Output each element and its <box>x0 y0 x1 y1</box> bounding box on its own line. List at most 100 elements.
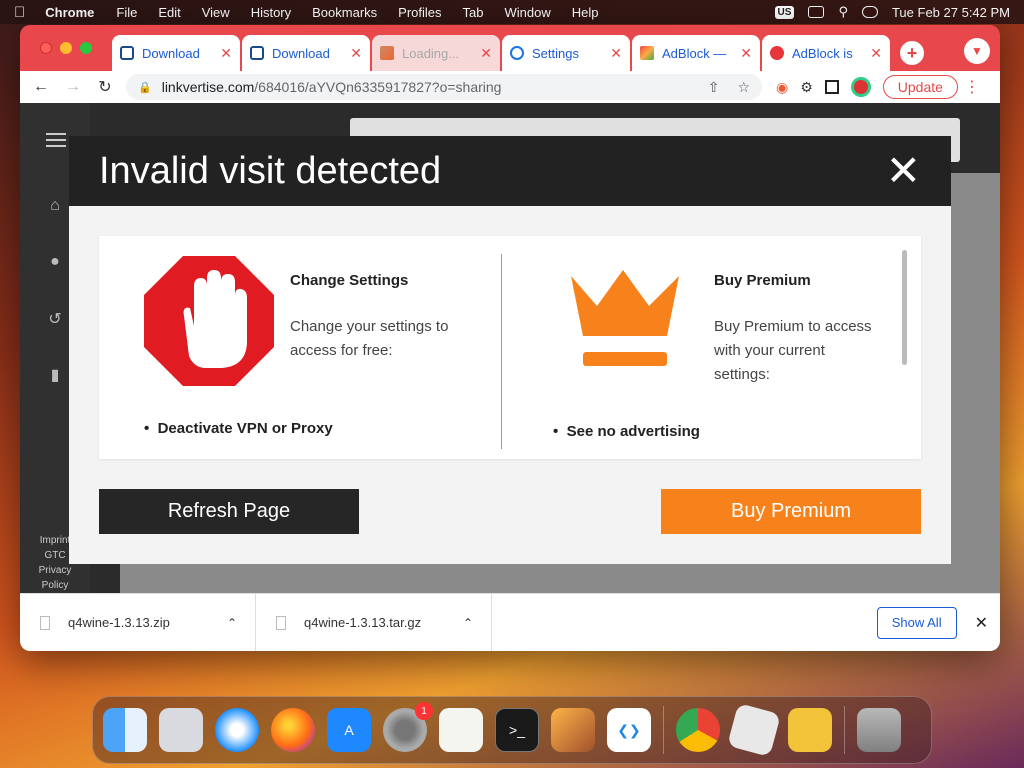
user-icon[interactable]: ● <box>45 253 65 273</box>
launchpad-icon[interactable] <box>159 708 203 752</box>
tab-search-chevron-icon[interactable]: ▼ <box>964 38 990 64</box>
adblock-favicon-icon <box>770 46 784 60</box>
share-icon[interactable]: ⇧ <box>708 79 720 96</box>
menu-edit[interactable]: Edit <box>158 5 180 20</box>
input-source-indicator[interactable]: US <box>774 5 795 19</box>
forward-arrow-icon[interactable]: → <box>62 78 84 96</box>
menu-file[interactable]: File <box>116 5 137 20</box>
textedit-icon[interactable] <box>439 708 483 752</box>
finder-icon[interactable] <box>103 708 147 752</box>
screen-mirror-icon[interactable] <box>808 6 825 18</box>
menu-help[interactable]: Help <box>572 5 599 20</box>
tab-download-1[interactable]: Download ✕ <box>112 35 240 71</box>
back-arrow-icon[interactable]: ← <box>30 78 52 96</box>
dock-separator <box>844 706 845 754</box>
side-panel-icon[interactable] <box>824 80 839 94</box>
more-menu-icon[interactable]: ⋮ <box>964 77 980 97</box>
card-scrollbar[interactable] <box>902 250 907 365</box>
safari-icon[interactable] <box>215 708 259 752</box>
extensions-area: ◉ ⚙ <box>776 77 871 97</box>
tab-close-icon[interactable]: ✕ <box>220 45 232 62</box>
roblox-icon[interactable] <box>727 703 781 757</box>
system-preferences-icon[interactable]: 1 <box>383 702 433 752</box>
vscode-icon[interactable]: ❮❯ <box>607 708 651 752</box>
address-bar[interactable]: 🔒 linkvertise.com /684016/aYVQn633591782… <box>126 74 762 100</box>
minimize-window-button[interactable] <box>60 42 72 54</box>
modal-header: Invalid visit detected ✕ <box>69 136 951 206</box>
tab-label: AdBlock — <box>662 45 727 61</box>
menu-history[interactable]: History <box>251 5 291 20</box>
home-icon[interactable]: ⌂ <box>45 197 65 217</box>
options-card: Change Settings Change your settings to … <box>99 236 921 459</box>
menubar-clock[interactable]: Tue Feb 27 5:42 PM <box>892 5 1010 20</box>
tab-label: AdBlock is <box>792 45 853 61</box>
close-window-button[interactable] <box>40 42 52 54</box>
reload-icon[interactable]: ↻ <box>94 77 116 97</box>
menu-profiles[interactable]: Profiles <box>398 5 441 20</box>
tab-adblock-2[interactable]: AdBlock is ✕ <box>762 35 890 71</box>
menu-app-name[interactable]: Chrome <box>45 5 94 20</box>
update-button[interactable]: Update <box>882 75 958 99</box>
spotlight-search-icon[interactable]: ⚲ <box>838 4 848 20</box>
tab-close-icon[interactable]: ✕ <box>480 45 492 62</box>
menu-bookmarks[interactable]: Bookmarks <box>312 5 377 20</box>
tab-label: Download <box>272 45 330 61</box>
tab-adblock-1[interactable]: AdBlock — ✕ <box>632 35 760 71</box>
firefox-icon[interactable] <box>271 708 315 752</box>
tab-download-2[interactable]: Download ✕ <box>242 35 370 71</box>
mountain-favicon-icon <box>380 46 394 60</box>
crown-icon <box>571 270 679 366</box>
tab-strip: Download ✕ Download ✕ Loading... ✕ Setti… <box>20 25 1000 71</box>
garageband-icon[interactable] <box>551 708 595 752</box>
change-settings-heading: Change Settings <box>290 272 409 289</box>
notification-badge: 1 <box>415 702 433 720</box>
rainbow-favicon-icon <box>640 46 654 60</box>
chevron-up-icon[interactable]: ⌃ <box>227 616 237 630</box>
puzzle-extensions-icon[interactable]: ⚙ <box>800 79 813 96</box>
dock: A 1 >_ ❮❯ <box>92 696 932 764</box>
tab-close-icon[interactable]: ✕ <box>610 45 622 62</box>
ghost-extension-icon[interactable]: ◉ <box>776 79 788 96</box>
square-favicon-icon <box>250 46 264 60</box>
close-downloads-icon[interactable]: ✕ <box>975 613 988 633</box>
tab-label: Download <box>142 45 200 61</box>
game-app-icon[interactable] <box>788 708 832 752</box>
bookmark-star-icon[interactable]: ☆ <box>737 79 750 96</box>
refresh-page-button[interactable]: Refresh Page <box>99 489 359 534</box>
download-item[interactable]: q4wine-1.3.13.tar.gz ⌃ <box>256 594 492 651</box>
tab-settings[interactable]: Settings ✕ <box>502 35 630 71</box>
window-controls <box>40 42 92 54</box>
zoom-window-button[interactable] <box>80 42 92 54</box>
menu-tab[interactable]: Tab <box>463 5 484 20</box>
buy-premium-heading: Buy Premium <box>714 272 811 289</box>
trash-icon[interactable] <box>857 708 901 752</box>
history-icon[interactable]: ↺ <box>45 309 65 329</box>
menu-window[interactable]: Window <box>505 5 551 20</box>
chevron-up-icon[interactable]: ⌃ <box>463 616 473 630</box>
new-tab-button[interactable]: + <box>900 41 924 65</box>
menu-view[interactable]: View <box>202 5 230 20</box>
tab-label: Settings <box>532 45 579 61</box>
show-all-button[interactable]: Show All <box>876 606 957 639</box>
lock-icon[interactable]: 🔒 <box>138 81 152 94</box>
terminal-icon[interactable]: >_ <box>495 708 539 752</box>
tab-loading-active[interactable]: Loading... ✕ <box>372 35 500 71</box>
tab-close-icon[interactable]: ✕ <box>350 45 362 62</box>
apple-icon[interactable]:  <box>14 4 25 21</box>
privacy-link[interactable]: Privacy <box>30 563 80 578</box>
browser-toolbar: ← → ↻ 🔒 linkvertise.com /684016/aYVQn633… <box>20 71 1000 103</box>
right-bullet: • See no advertising <box>553 423 700 440</box>
close-icon[interactable]: ✕ <box>886 150 921 192</box>
policy-link[interactable]: Policy <box>30 578 80 593</box>
menubar-status-area: US ⚲ Tue Feb 27 5:42 PM <box>774 4 1010 20</box>
chrome-icon[interactable] <box>676 708 720 752</box>
control-center-icon[interactable] <box>861 6 878 18</box>
hamburger-menu-icon[interactable] <box>46 133 66 151</box>
tab-close-icon[interactable]: ✕ <box>740 45 752 62</box>
tab-close-icon[interactable]: ✕ <box>870 45 882 62</box>
download-item[interactable]: q4wine-1.3.13.zip ⌃ <box>20 594 256 651</box>
profile-avatar[interactable] <box>850 77 871 97</box>
app-store-icon[interactable]: A <box>327 708 371 752</box>
bookmark-icon[interactable]: ▮ <box>45 365 65 385</box>
buy-premium-button[interactable]: Buy Premium <box>661 489 921 534</box>
